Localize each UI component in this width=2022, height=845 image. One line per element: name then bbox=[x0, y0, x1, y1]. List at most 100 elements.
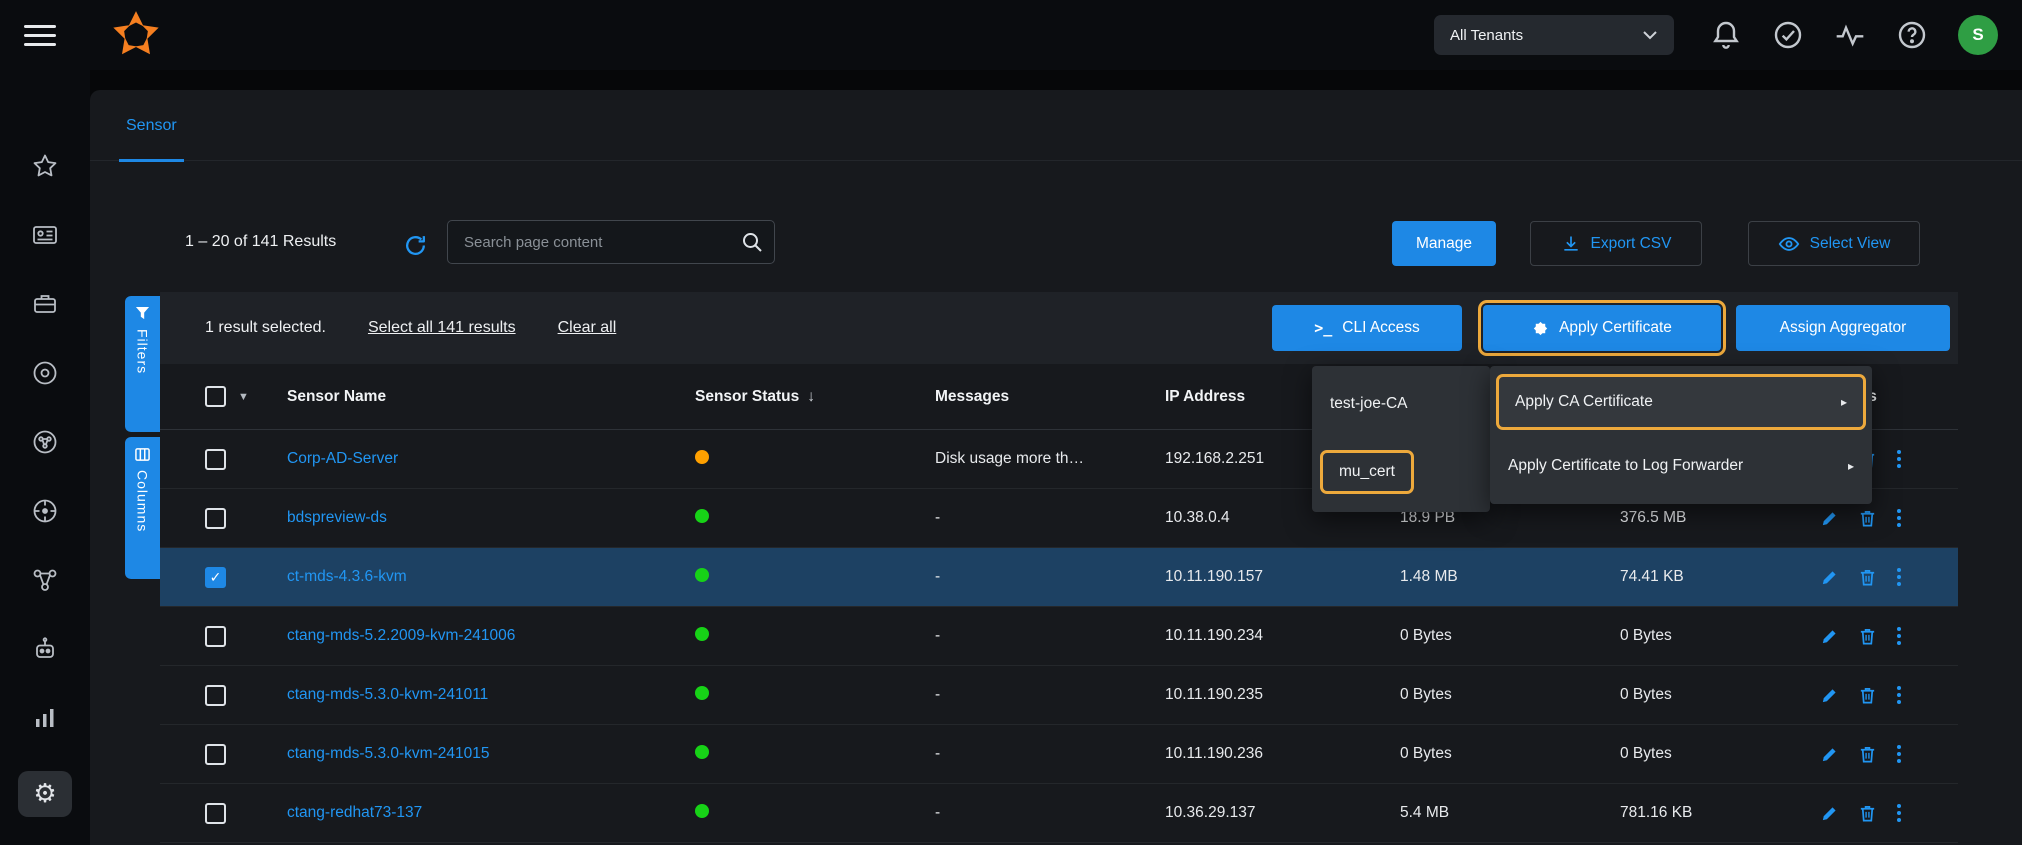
kebab-menu-icon[interactable] bbox=[1896, 744, 1902, 764]
data-cell-1: 0 Bytes bbox=[1400, 627, 1620, 645]
row-checkbox[interactable] bbox=[205, 803, 226, 824]
delete-trash-icon[interactable] bbox=[1858, 509, 1877, 528]
menu-item-label: Apply Certificate to Log Forwarder bbox=[1508, 457, 1743, 475]
edit-pencil-icon[interactable] bbox=[1820, 509, 1839, 528]
apply-certificate-label: Apply Certificate bbox=[1559, 319, 1672, 337]
clear-all-link[interactable]: Clear all bbox=[558, 319, 617, 337]
delete-trash-icon[interactable] bbox=[1858, 745, 1877, 764]
certificate-seal-icon bbox=[1532, 320, 1549, 337]
submenu-arrow-icon: ▸ bbox=[1841, 395, 1847, 409]
table-row[interactable]: ct-mds-4.3.6-kvm - 10.11.190.157 1.48 MB… bbox=[160, 548, 1958, 607]
columns-side-tab[interactable]: Columns bbox=[125, 437, 160, 579]
download-icon bbox=[1561, 234, 1581, 254]
sensor-name-link[interactable]: Corp-AD-Server bbox=[287, 450, 398, 467]
tab-sensor-label: Sensor bbox=[126, 117, 177, 135]
table-row[interactable]: ctang-mds-5.3.0-kvm-241011 - 10.11.190.2… bbox=[160, 666, 1958, 725]
data-cell-2: 0 Bytes bbox=[1620, 745, 1810, 763]
edit-pencil-icon[interactable] bbox=[1820, 686, 1839, 705]
hamburger-menu-icon[interactable] bbox=[24, 19, 56, 52]
filters-side-tab[interactable]: Filters bbox=[125, 296, 160, 432]
user-avatar[interactable]: S bbox=[1958, 15, 1998, 55]
delete-trash-icon[interactable] bbox=[1858, 804, 1877, 823]
tab-sensor[interactable]: Sensor bbox=[119, 90, 184, 161]
row-checkbox[interactable] bbox=[205, 508, 226, 529]
row-checkbox[interactable] bbox=[205, 685, 226, 706]
select-all-link[interactable]: Select all 141 results bbox=[368, 319, 516, 337]
sidebar-item-chart-icon[interactable] bbox=[18, 702, 72, 734]
export-csv-button[interactable]: Export CSV bbox=[1530, 221, 1702, 266]
messages-cell: - bbox=[935, 568, 1165, 586]
kebab-menu-icon[interactable] bbox=[1896, 685, 1902, 705]
menu-item-apply-ca-certificate[interactable]: Apply CA Certificate ▸ bbox=[1496, 374, 1866, 430]
edit-pencil-icon[interactable] bbox=[1820, 745, 1839, 764]
messages-cell: - bbox=[935, 686, 1165, 704]
row-checkbox[interactable] bbox=[205, 567, 226, 588]
sidebar-item-ai-brain-icon[interactable] bbox=[18, 426, 72, 458]
manage-button[interactable]: Manage bbox=[1392, 221, 1496, 266]
selected-count-text: 1 result selected. bbox=[205, 319, 326, 337]
kebab-menu-icon[interactable] bbox=[1896, 567, 1902, 587]
kebab-menu-icon[interactable] bbox=[1896, 508, 1902, 528]
sidebar-item-network-icon[interactable] bbox=[18, 564, 72, 596]
sensor-name-link[interactable]: ctang-mds-5.3.0-kvm-241011 bbox=[287, 686, 488, 703]
kebab-menu-icon[interactable] bbox=[1896, 449, 1902, 469]
kebab-menu-icon[interactable] bbox=[1896, 803, 1902, 823]
delete-trash-icon[interactable] bbox=[1858, 627, 1877, 646]
table-row[interactable]: ctang-mds-5.2.2009-kvm-241006 - 10.11.19… bbox=[160, 607, 1958, 666]
sensor-name-link[interactable]: ctang-mds-5.2.2009-kvm-241006 bbox=[287, 627, 515, 644]
messages-cell: - bbox=[935, 745, 1165, 763]
sidebar-item-briefcase-icon[interactable] bbox=[18, 288, 72, 320]
columns-tab-label: Columns bbox=[135, 470, 151, 532]
menu-item-label: Apply CA Certificate bbox=[1515, 393, 1653, 411]
sidebar-item-star-icon[interactable] bbox=[18, 150, 72, 182]
apply-certificate-button[interactable]: Apply Certificate bbox=[1483, 305, 1721, 351]
menu-item-apply-cert-log-forwarder[interactable]: Apply Certificate to Log Forwarder ▸ bbox=[1490, 438, 1872, 494]
row-checkbox[interactable] bbox=[205, 449, 226, 470]
selection-menu-caret-icon[interactable]: ▼ bbox=[238, 391, 249, 403]
sensor-name-link[interactable]: ctang-mds-5.3.0-kvm-241015 bbox=[287, 745, 489, 762]
cli-access-button[interactable]: >_ CLI Access bbox=[1272, 305, 1462, 351]
status-dot bbox=[695, 509, 709, 523]
search-input[interactable] bbox=[447, 220, 775, 264]
sidebar-item-settings-gear-icon[interactable]: ⚙ bbox=[18, 771, 72, 817]
data-cell-1: 1.48 MB bbox=[1400, 568, 1620, 586]
sensor-name-link[interactable]: ct-mds-4.3.6-kvm bbox=[287, 568, 407, 585]
messages-cell: - bbox=[935, 627, 1165, 645]
select-view-button[interactable]: Select View bbox=[1748, 221, 1920, 266]
delete-trash-icon[interactable] bbox=[1858, 686, 1877, 705]
assign-aggregator-button[interactable]: Assign Aggregator bbox=[1736, 305, 1950, 351]
sidebar-item-license-card-icon[interactable] bbox=[18, 219, 72, 251]
sidebar-item-disc-icon[interactable] bbox=[18, 357, 72, 389]
brand-logo[interactable] bbox=[110, 9, 162, 61]
edit-pencil-icon[interactable] bbox=[1820, 568, 1839, 587]
cli-access-label: CLI Access bbox=[1342, 319, 1420, 337]
sensor-name-link[interactable]: ctang-redhat73-137 bbox=[287, 804, 422, 821]
search-box bbox=[447, 220, 775, 264]
edit-pencil-icon[interactable] bbox=[1820, 627, 1839, 646]
header-sensor-status[interactable]: Sensor Status↓ bbox=[695, 388, 935, 406]
funnel-icon bbox=[135, 306, 150, 321]
tenant-selector[interactable]: All Tenants bbox=[1434, 15, 1674, 55]
certificate-submenu: test-joe-CA mu_cert bbox=[1312, 366, 1490, 512]
menu-item-mu-cert[interactable]: mu_cert bbox=[1320, 450, 1414, 494]
sensor-name-link[interactable]: bdspreview-ds bbox=[287, 509, 387, 526]
starburst-logo-icon bbox=[110, 9, 162, 61]
delete-trash-icon[interactable] bbox=[1858, 568, 1877, 587]
row-checkbox[interactable] bbox=[205, 626, 226, 647]
help-icon[interactable] bbox=[1896, 19, 1928, 51]
table-row[interactable]: ctang-mds-5.3.0-kvm-241015 - 10.11.190.2… bbox=[160, 725, 1958, 784]
sidebar-item-robot-icon[interactable] bbox=[18, 633, 72, 665]
check-circle-icon[interactable] bbox=[1772, 19, 1804, 51]
menu-item-test-joe-ca[interactable]: test-joe-CA bbox=[1312, 376, 1490, 432]
eye-icon bbox=[1778, 233, 1800, 255]
select-all-checkbox[interactable] bbox=[205, 386, 226, 407]
notifications-bell-icon[interactable] bbox=[1710, 19, 1742, 51]
table-row[interactable]: ctang-redhat73-137 - 10.36.29.137 5.4 MB… bbox=[160, 784, 1958, 843]
edit-pencil-icon[interactable] bbox=[1820, 804, 1839, 823]
activity-pulse-icon[interactable] bbox=[1834, 19, 1866, 51]
refresh-icon[interactable] bbox=[403, 233, 428, 258]
kebab-menu-icon[interactable] bbox=[1896, 626, 1902, 646]
select-view-label: Select View bbox=[1810, 235, 1891, 253]
sidebar-item-target-icon[interactable] bbox=[18, 495, 72, 527]
row-checkbox[interactable] bbox=[205, 744, 226, 765]
